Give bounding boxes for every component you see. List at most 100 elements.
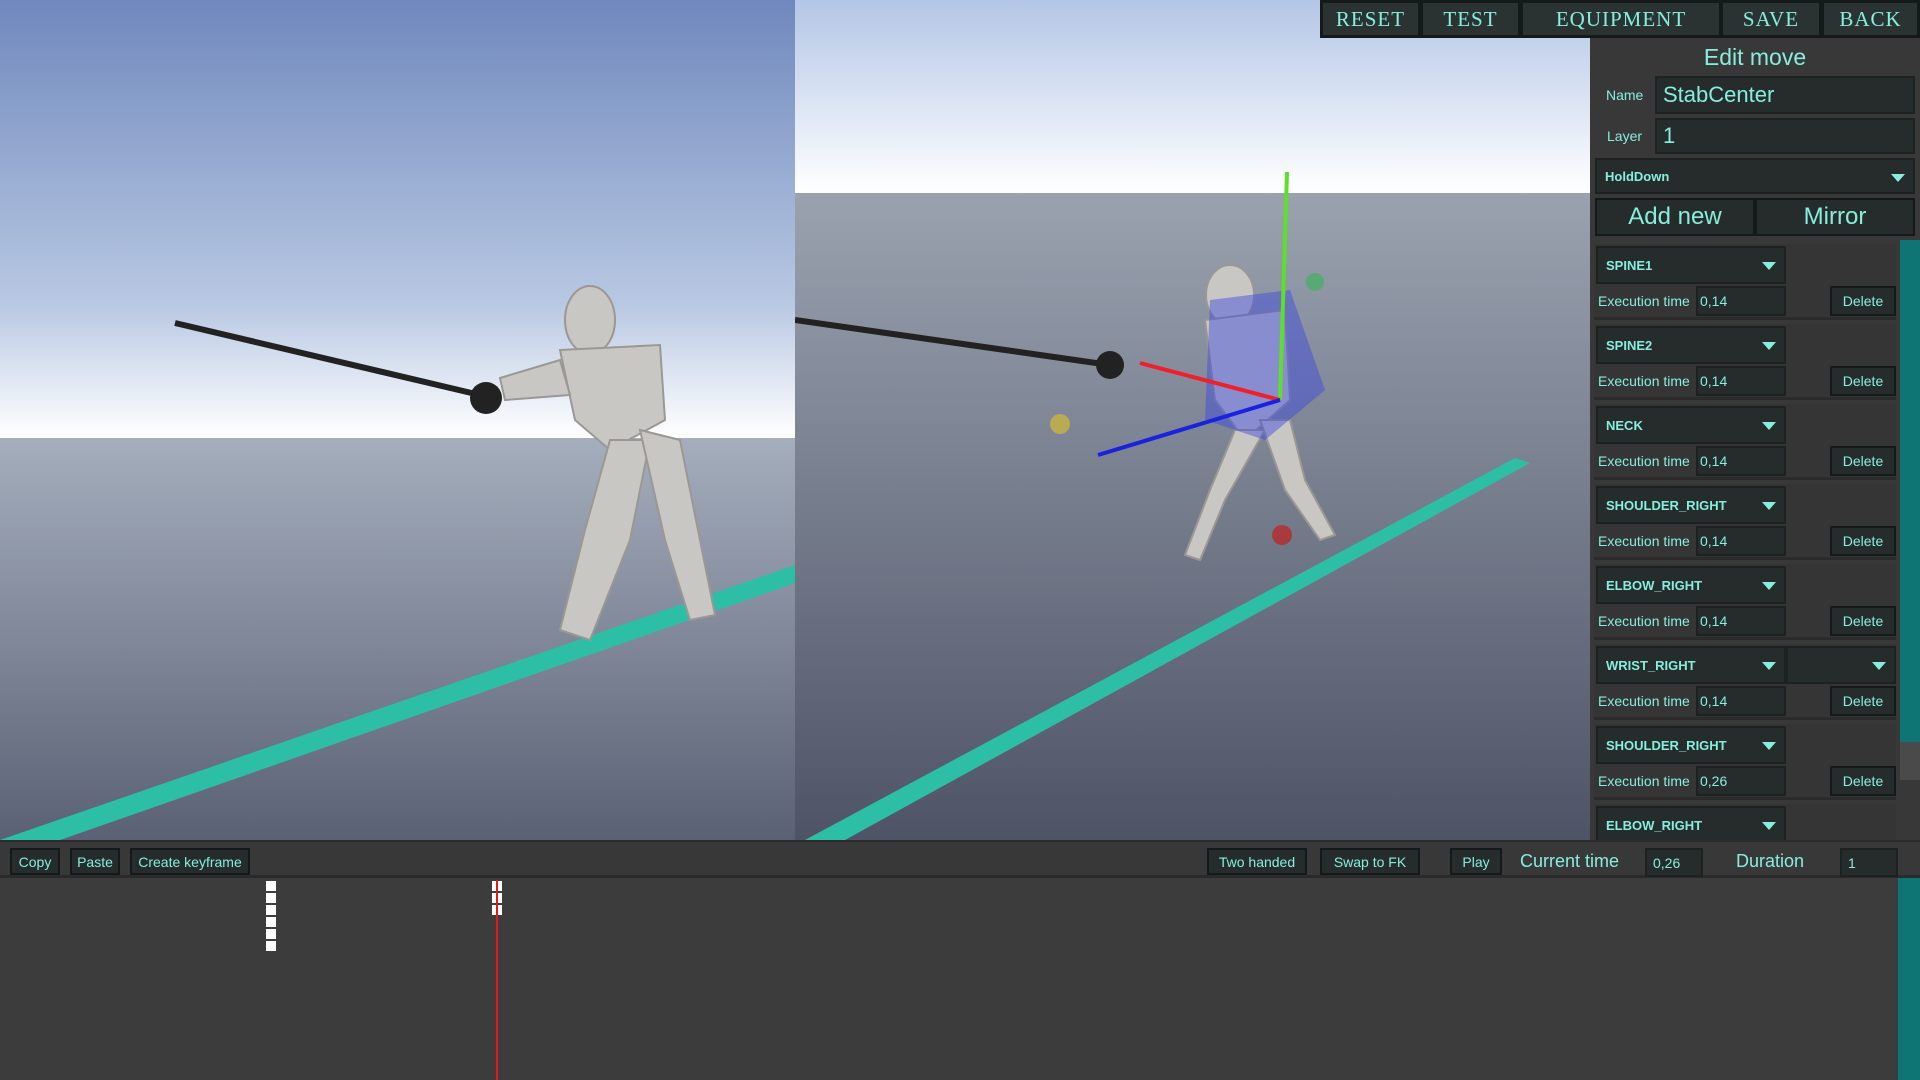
- chevron-down-icon: [1762, 502, 1776, 510]
- bone-name: SPINE1: [1606, 257, 1653, 273]
- bone-name: ELBOW_RIGHT: [1606, 577, 1703, 593]
- delete-button[interactable]: Delete: [1830, 686, 1896, 716]
- copy-button[interactable]: Copy: [10, 848, 60, 875]
- paste-button[interactable]: Paste: [70, 848, 120, 875]
- bone-item: SPINE1 Execution time 0,14 Delete: [1594, 244, 1896, 320]
- create-keyframe-button[interactable]: Create keyframe: [130, 848, 250, 875]
- bone-name: ELBOW_RIGHT: [1606, 817, 1703, 833]
- keyframe-marker[interactable]: [266, 905, 276, 915]
- equipment-button[interactable]: EQUIPMENT: [1520, 0, 1722, 38]
- bone-dropdown[interactable]: ELBOW_RIGHT: [1596, 566, 1786, 604]
- delete-button[interactable]: Delete: [1830, 446, 1896, 476]
- sword-guard: [1096, 351, 1124, 379]
- bone-dropdown[interactable]: NECK: [1596, 406, 1786, 444]
- bone-item: WRIST_RIGHT Execution time 0,14 Delete: [1594, 644, 1896, 720]
- duration-input[interactable]: 1: [1840, 848, 1898, 877]
- bone-dropdown[interactable]: SPINE1: [1596, 246, 1786, 284]
- bone-dropdown[interactable]: SHOULDER_RIGHT: [1596, 726, 1786, 764]
- current-time-label: Current time: [1520, 851, 1620, 871]
- mode-dropdown[interactable]: HoldDown: [1595, 158, 1915, 194]
- execution-time-input[interactable]: 0,14: [1696, 446, 1786, 476]
- name-input[interactable]: StabCenter: [1655, 76, 1915, 114]
- bone-item: ELBOW_RIGHT: [1594, 804, 1896, 840]
- execution-time-label: Execution time: [1598, 693, 1690, 709]
- ik-target-handle[interactable]: [1272, 525, 1292, 545]
- test-button[interactable]: TEST: [1420, 0, 1521, 38]
- chevron-down-icon: [1762, 742, 1776, 750]
- execution-time-input[interactable]: 0,26: [1696, 766, 1786, 796]
- bone-dropdown[interactable]: SPINE2: [1596, 326, 1786, 364]
- delete-button[interactable]: Delete: [1830, 766, 1896, 796]
- keyframe-marker[interactable]: [266, 893, 276, 903]
- edit-move-panel: Edit move Name StabCenter Layer 1 HoldDo…: [1590, 38, 1920, 840]
- keyframe-marker[interactable]: [266, 881, 276, 891]
- sky: [0, 0, 795, 438]
- current-time-input[interactable]: 0,26: [1645, 848, 1703, 877]
- execution-time-input[interactable]: 0,14: [1696, 526, 1786, 556]
- bone-name: NECK: [1606, 417, 1643, 433]
- bone-item: ELBOW_RIGHT Execution time 0,14 Delete: [1594, 564, 1896, 640]
- execution-time-input[interactable]: 0,14: [1696, 286, 1786, 316]
- chevron-down-icon: [1762, 822, 1776, 830]
- bone-name: WRIST_RIGHT: [1606, 657, 1696, 673]
- keyframe-marker[interactable]: [266, 917, 276, 927]
- chevron-down-icon: [1891, 174, 1905, 182]
- delete-button[interactable]: Delete: [1830, 286, 1896, 316]
- duration-label: Duration: [1736, 851, 1805, 871]
- sword-guard: [470, 382, 502, 414]
- execution-time-label: Execution time: [1598, 533, 1690, 549]
- execution-time-input[interactable]: 0,14: [1696, 606, 1786, 636]
- playhead[interactable]: [496, 880, 498, 1080]
- bone-item: SPINE2 Execution time 0,14 Delete: [1594, 324, 1896, 400]
- reset-button[interactable]: RESET: [1320, 0, 1421, 38]
- execution-time-label: Execution time: [1598, 293, 1690, 309]
- delete-button[interactable]: Delete: [1830, 526, 1896, 556]
- ik-target-handle[interactable]: [1306, 273, 1324, 291]
- add-new-button[interactable]: Add new: [1595, 198, 1755, 236]
- delete-button[interactable]: Delete: [1830, 366, 1896, 396]
- viewport-edit[interactable]: [795, 0, 1590, 840]
- bone-name: SHOULDER_RIGHT: [1606, 737, 1727, 753]
- bone-dropdown[interactable]: WRIST_RIGHT: [1596, 646, 1786, 684]
- mode-value: HoldDown: [1605, 168, 1670, 184]
- ik-target-handle[interactable]: [1050, 414, 1070, 434]
- execution-time-input[interactable]: 0,14: [1696, 686, 1786, 716]
- chevron-down-icon: [1762, 262, 1776, 270]
- scene-edit: [795, 0, 1590, 840]
- execution-time-label: Execution time: [1598, 373, 1690, 389]
- execution-time-label: Execution time: [1598, 773, 1690, 789]
- save-button[interactable]: SAVE: [1720, 0, 1822, 38]
- bone-dropdown[interactable]: ELBOW_RIGHT: [1596, 806, 1786, 840]
- timeline-toolbar: Copy Paste Create keyframe Two handed Sw…: [0, 840, 1920, 878]
- layer-label: Layer: [1607, 128, 1643, 144]
- timeline[interactable]: [0, 878, 1920, 1080]
- scrollbar-track[interactable]: [1900, 240, 1920, 780]
- execution-time-label: Execution time: [1598, 453, 1690, 469]
- back-button[interactable]: BACK: [1821, 0, 1920, 38]
- scrollbar-thumb[interactable]: [1900, 240, 1920, 742]
- name-label: Name: [1606, 87, 1644, 103]
- bone-item: SHOULDER_RIGHT Execution time 0,14 Delete: [1594, 484, 1896, 560]
- timeline-scrollbar[interactable]: [1898, 878, 1920, 1080]
- layer-input[interactable]: 1: [1655, 118, 1915, 154]
- chevron-down-icon: [1762, 422, 1776, 430]
- delete-button[interactable]: Delete: [1830, 606, 1896, 636]
- bone-item: SHOULDER_RIGHT Execution time 0,26 Delete: [1594, 724, 1896, 800]
- bone-item: NECK Execution time 0,14 Delete: [1594, 404, 1896, 480]
- chevron-down-icon: [1872, 662, 1886, 670]
- viewport-front[interactable]: [0, 0, 795, 840]
- play-button[interactable]: Play: [1450, 848, 1502, 875]
- keyframe-marker[interactable]: [266, 941, 276, 951]
- bone-dropdown[interactable]: SHOULDER_RIGHT: [1596, 486, 1786, 524]
- execution-time-input[interactable]: 0,14: [1696, 366, 1786, 396]
- two-handed-button[interactable]: Two handed: [1207, 848, 1307, 875]
- chevron-down-icon: [1762, 342, 1776, 350]
- scene-front: [0, 0, 795, 840]
- keyframe-marker[interactable]: [266, 929, 276, 939]
- swap-to-fk-button[interactable]: Swap to FK: [1320, 848, 1420, 875]
- ground: [795, 193, 1590, 840]
- chevron-down-icon: [1762, 662, 1776, 670]
- target-dropdown[interactable]: [1786, 646, 1896, 684]
- panel-title: Edit move: [1703, 44, 1807, 70]
- mirror-button[interactable]: Mirror: [1755, 198, 1915, 236]
